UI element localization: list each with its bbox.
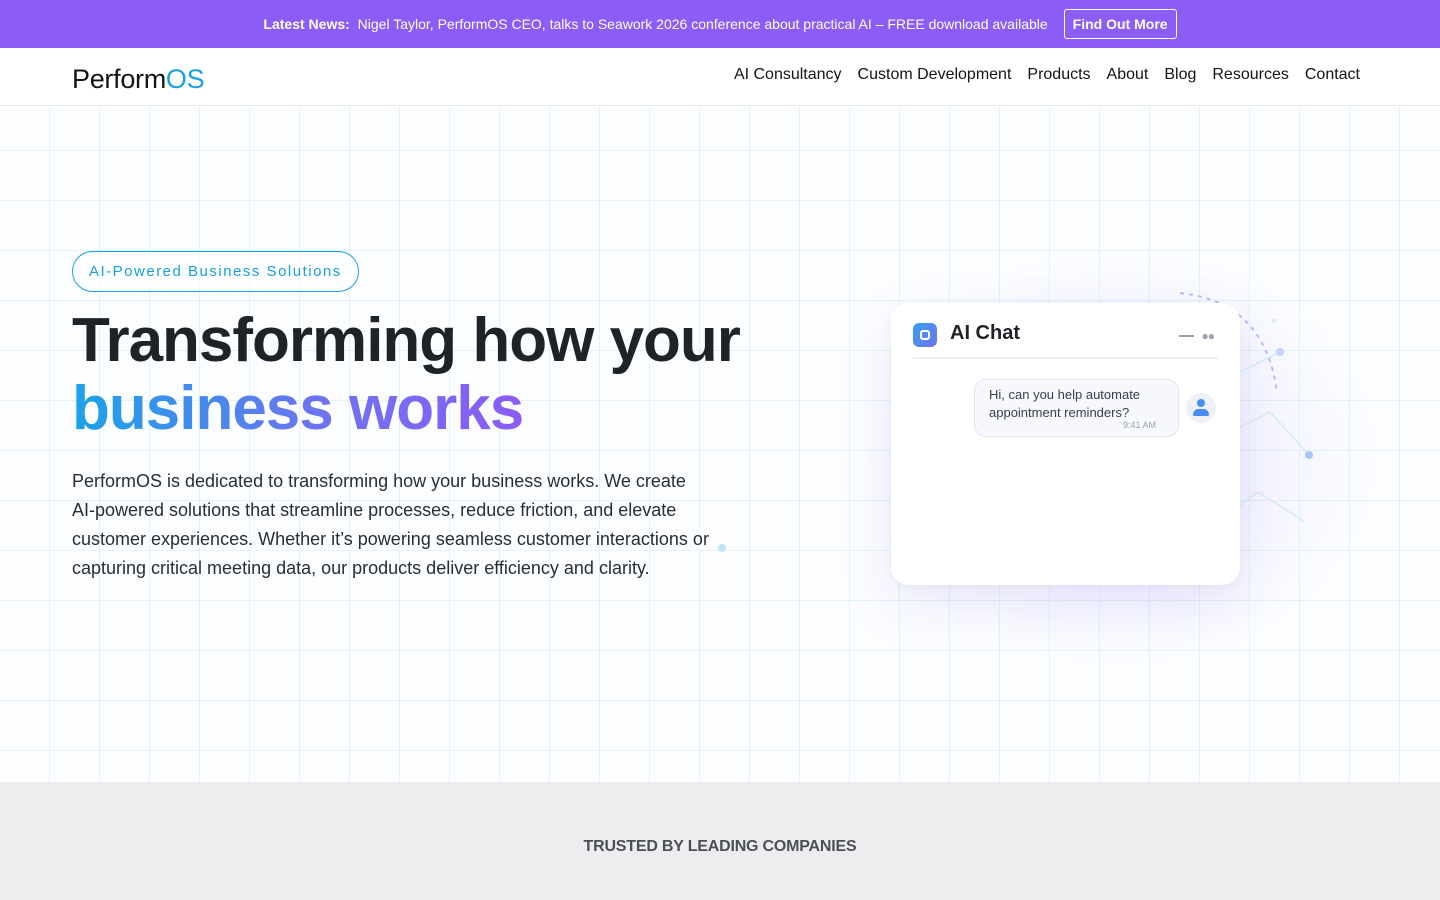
- chat-title: AI Chat: [950, 322, 1020, 344]
- hero-section: AI-Powered Business Solutions Transformi…: [0, 107, 1440, 782]
- chat-message-time: 9:41 AM: [1122, 420, 1156, 430]
- nav-resources[interactable]: Resources: [1212, 66, 1288, 84]
- minimize-icon[interactable]: [1178, 335, 1194, 337]
- hero-title-line1: Transforming how your: [72, 306, 741, 375]
- chat-controls: ●●: [1178, 329, 1215, 343]
- hero-description: PerformOS is dedicated to transforming h…: [72, 471, 709, 578]
- nav-about[interactable]: About: [1107, 66, 1149, 84]
- announcement-message: Latest News: Nigel Taylor, PerformOS CEO…: [263, 16, 1047, 32]
- more-icon[interactable]: ●●: [1202, 329, 1215, 343]
- decorative-dot: [718, 544, 726, 552]
- nav-ai-consultancy[interactable]: AI Consultancy: [734, 66, 842, 84]
- nav-custom-development[interactable]: Custom Development: [858, 66, 1012, 84]
- chat-header: AI Chat ●●: [913, 321, 1218, 359]
- chat-message-bubble: Hi, can you help automate appointment re…: [974, 379, 1179, 437]
- announcement-bar: Latest News: Nigel Taylor, PerformOS CEO…: [0, 0, 1440, 48]
- chat-message-text: Hi, can you help automate appointment re…: [989, 387, 1141, 420]
- user-avatar-icon: [1186, 393, 1216, 423]
- find-out-more-button[interactable]: Find Out More: [1063, 9, 1177, 39]
- hero-title: Transforming how your business works: [72, 306, 741, 443]
- bot-icon: [913, 323, 937, 347]
- hero-tag-pill: AI-Powered Business Solutions: [72, 251, 359, 292]
- nav-blog[interactable]: Blog: [1164, 66, 1196, 84]
- hero-title-line2: business works: [72, 374, 524, 443]
- nav-contact[interactable]: Contact: [1305, 66, 1360, 84]
- ai-chat-card: AI Chat ●● Hi, can you help automate app…: [891, 303, 1240, 585]
- site-header: PerformOS AI Consultancy Custom Developm…: [0, 48, 1440, 106]
- logo[interactable]: PerformOS: [72, 64, 205, 95]
- trusted-label: TRUSTED BY LEADING COMPANIES: [583, 838, 857, 855]
- trusted-section: TRUSTED BY LEADING COMPANIES: [0, 782, 1440, 900]
- logo-text-os: OS: [165, 64, 205, 94]
- announcement-lead: Latest News:: [263, 16, 350, 32]
- main-nav: AI Consultancy Custom Development Produc…: [734, 66, 1360, 84]
- nav-products[interactable]: Products: [1027, 66, 1090, 84]
- announcement-text: Nigel Taylor, PerformOS CEO, talks to Se…: [357, 16, 1048, 32]
- logo-text-perform: Perform: [72, 64, 166, 94]
